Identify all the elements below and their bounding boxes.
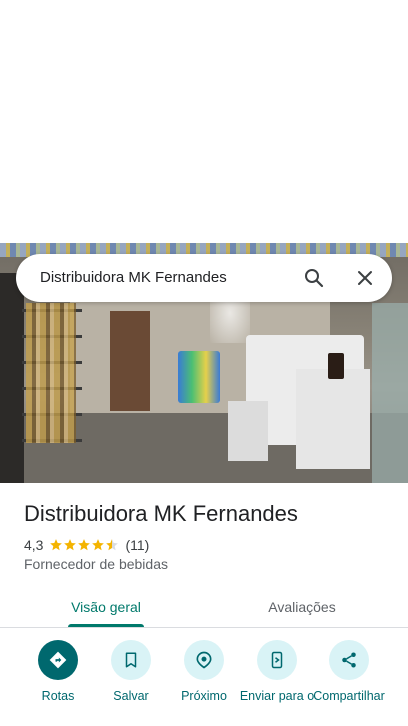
photo-bottle — [328, 353, 344, 379]
photo-stool — [296, 369, 370, 469]
tab-selected-indicator — [68, 624, 144, 627]
star-icon — [50, 539, 63, 551]
place-title: Distribuidora MK Fernandes — [24, 501, 298, 526]
share-label: Compartilhar — [313, 689, 385, 703]
nearby-label: Próximo — [181, 689, 227, 703]
send-to-phone-icon — [271, 651, 283, 669]
star-icon — [92, 539, 105, 551]
photo-chair — [178, 351, 220, 403]
directions-label: Rotas — [41, 689, 75, 703]
send-to-phone-button[interactable]: Enviar para o — [237, 640, 317, 703]
share-icon — [342, 652, 356, 668]
save-button[interactable]: Salvar — [91, 640, 171, 703]
photo-door — [0, 273, 24, 483]
save-label: Salvar — [113, 689, 149, 703]
star-half-icon — [106, 539, 119, 551]
send-to-phone-label: Enviar para o — [239, 689, 315, 703]
nearby-button[interactable]: Próximo — [164, 640, 244, 703]
review-count[interactable]: (11) — [125, 537, 149, 553]
search-bar[interactable]: Distribuidora MK Fernandes — [16, 254, 392, 302]
search-icon[interactable] — [302, 266, 326, 290]
nearby-button-circle[interactable] — [184, 640, 224, 680]
star-rating — [49, 538, 119, 552]
share-button-circle[interactable] — [329, 640, 369, 680]
star-icon — [78, 539, 91, 551]
tab-overview[interactable]: Visão geral — [48, 585, 164, 628]
place-category: Fornecedor de bebidas — [24, 556, 168, 572]
directions-button-circle[interactable] — [38, 640, 78, 680]
share-button[interactable]: Compartilhar — [309, 640, 389, 703]
close-icon[interactable] — [353, 266, 377, 290]
tab-reviews[interactable]: Avaliações — [236, 585, 368, 628]
nearby-icon — [196, 651, 212, 669]
photo-stool — [228, 401, 268, 461]
directions-button[interactable]: Rotas — [18, 640, 98, 703]
save-button-circle[interactable] — [111, 640, 151, 680]
rating-row[interactable]: 4,3 (11) — [24, 536, 149, 554]
directions-icon — [49, 651, 67, 669]
send-to-phone-button-circle[interactable] — [257, 640, 297, 680]
photo-fridge — [372, 303, 408, 483]
tab-bar: Visão geral Avaliações — [0, 585, 408, 628]
star-icon — [64, 539, 77, 551]
map-area-blank — [0, 0, 408, 243]
action-bar: Rotas Salvar Próximo Enviar para o Compa… — [0, 640, 408, 726]
photo-counter — [110, 311, 150, 411]
bookmark-icon — [125, 652, 137, 668]
search-input[interactable]: Distribuidora MK Fernandes — [40, 269, 227, 286]
photo-rack-items — [26, 303, 76, 443]
rating-value: 4,3 — [24, 537, 44, 553]
